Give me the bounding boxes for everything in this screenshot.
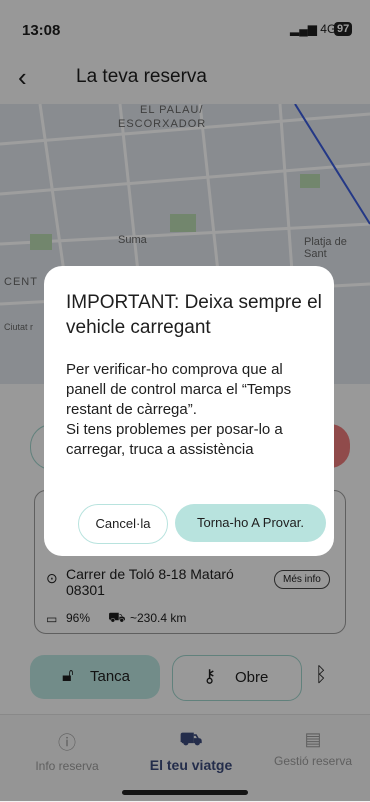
retry-button[interactable]: Torna-ho A Provar. bbox=[175, 504, 326, 542]
dialog-body-problems: Si tens problemes per posar-lo a carrega… bbox=[66, 421, 283, 458]
retry-label: Torna-ho A Provar. bbox=[197, 515, 304, 530]
dialog-body: Per verificar-ho comprova que al panell … bbox=[66, 360, 316, 460]
cancel-button[interactable]: Cancel·la bbox=[78, 504, 168, 544]
cancel-label: Cancel·la bbox=[95, 516, 151, 531]
dialog-title: IMPORTANT: Deixa sempre el vehicle carre… bbox=[66, 292, 322, 338]
dialog-body-verify: Per verificar-ho comprova que al panell … bbox=[66, 361, 292, 418]
